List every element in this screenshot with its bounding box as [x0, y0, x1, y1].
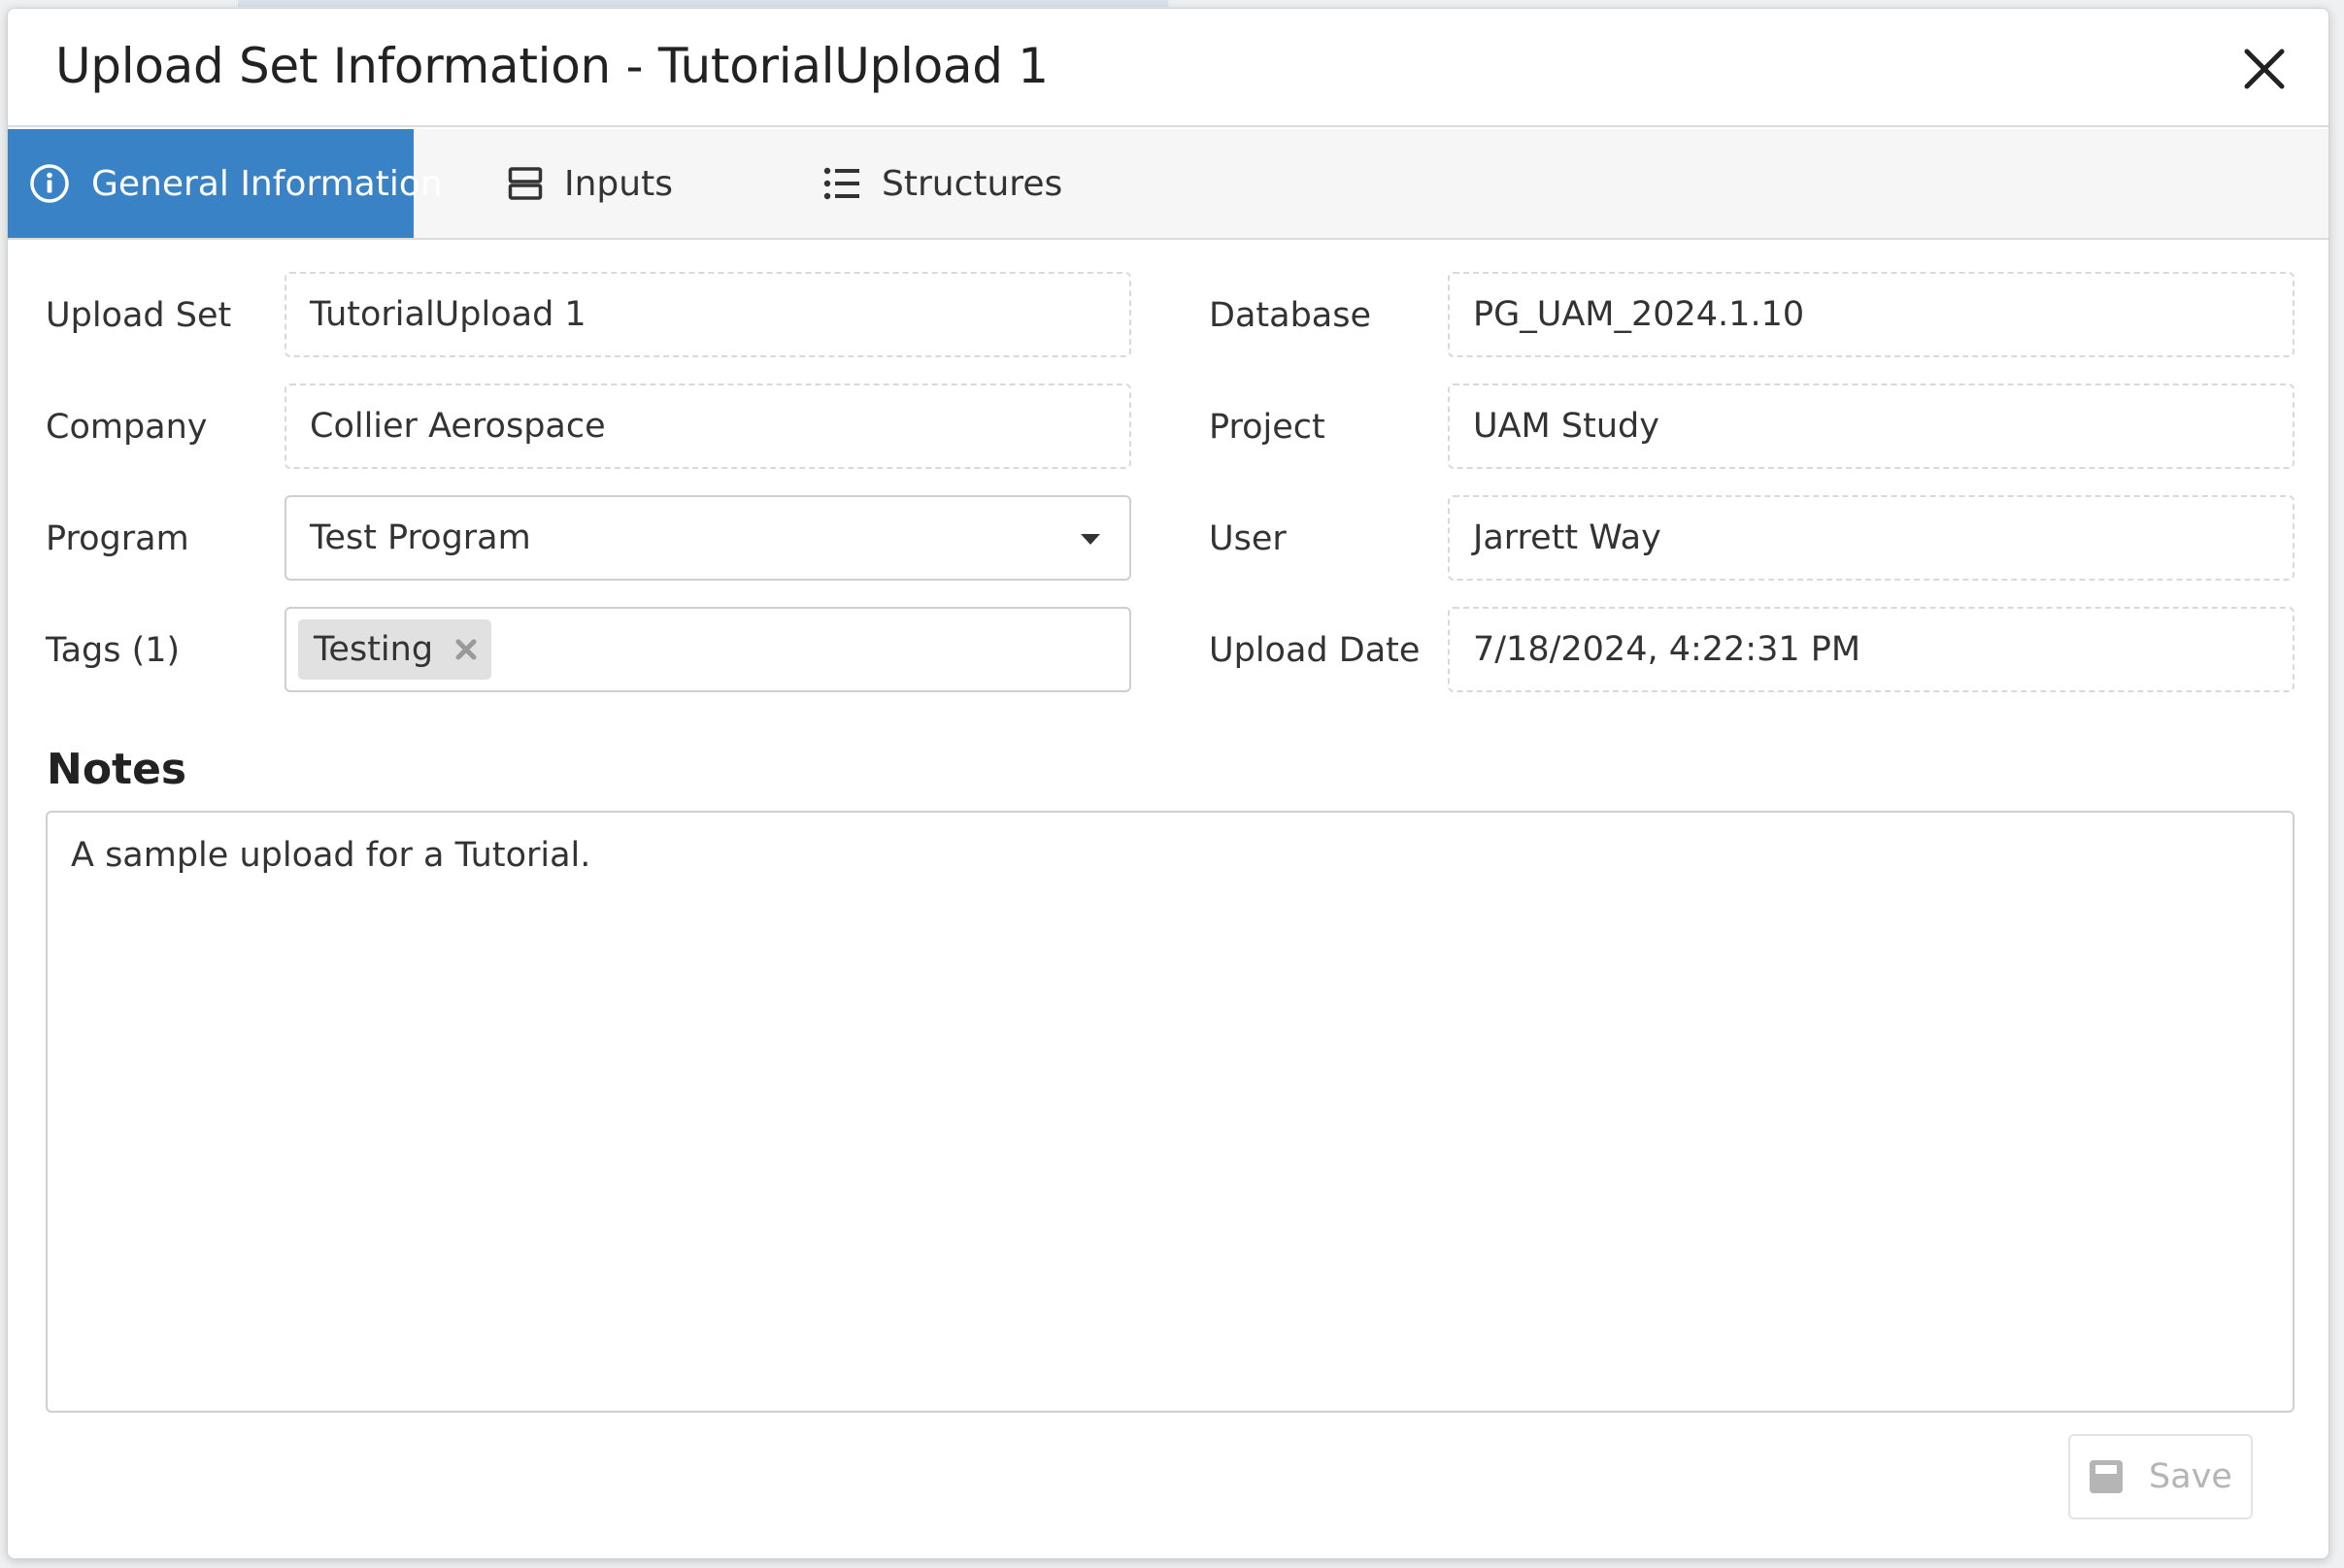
company-field: Collier Aerospace [285, 384, 1131, 469]
info-circle-icon [29, 163, 70, 204]
database-label: Database [1209, 296, 1372, 335]
program-select[interactable]: Test Program [285, 495, 1131, 581]
save-label: Save [2149, 1457, 2232, 1496]
program-label: Program [46, 519, 189, 558]
upload-set-field: TutorialUpload 1 [285, 272, 1131, 357]
notes-text: A sample upload for a Tutorial. [71, 836, 591, 875]
project-field: UAM Study [1448, 384, 2294, 469]
upload-date-label: Upload Date [1209, 631, 1421, 670]
tag-chip: Testing [298, 619, 492, 680]
background-strip [238, 0, 1168, 7]
database-field: PG_UAM_2024.1.10 [1448, 272, 2294, 357]
save-button[interactable]: Save [2068, 1434, 2253, 1519]
close-button[interactable] [2239, 44, 2290, 94]
notes-textarea[interactable]: A sample upload for a Tutorial. [46, 811, 2294, 1413]
tag-label: Testing [314, 630, 434, 669]
tab-inputs[interactable]: Inputs [508, 129, 673, 238]
user-field: Jarrett Way [1448, 495, 2294, 581]
dialog-title: Upload Set Information - TutorialUpload … [55, 38, 1049, 94]
tags-label: Tags (1) [46, 631, 181, 670]
tab-label: Inputs [564, 163, 673, 204]
tab-structures[interactable]: Structures [823, 129, 1062, 238]
notes-heading: Notes [47, 745, 187, 794]
dialog-header: Upload Set Information - TutorialUpload … [8, 9, 2328, 127]
upload-set-dialog: Upload Set Information - TutorialUpload … [7, 8, 2329, 1559]
tab-general-information[interactable]: General Information [8, 129, 443, 238]
chevron-down-icon [1081, 534, 1100, 545]
upload-set-label: Upload Set [46, 296, 232, 335]
user-label: User [1209, 519, 1287, 558]
tab-label: Structures [882, 163, 1063, 204]
tags-input[interactable]: Testing [285, 607, 1131, 692]
company-label: Company [46, 408, 208, 447]
program-selected-value: Test Program [310, 518, 531, 557]
close-icon [2244, 49, 2285, 89]
server-icon [508, 166, 543, 201]
remove-tag-icon[interactable] [454, 638, 478, 661]
floppy-disk-icon [2089, 1459, 2124, 1494]
tab-label: General Information [91, 163, 443, 204]
upload-date-field: 7/18/2024, 4:22:31 PM [1448, 607, 2294, 692]
list-icon [823, 166, 860, 201]
project-label: Project [1209, 408, 1325, 447]
tab-bar: General Information Inputs Structures [8, 129, 2328, 240]
